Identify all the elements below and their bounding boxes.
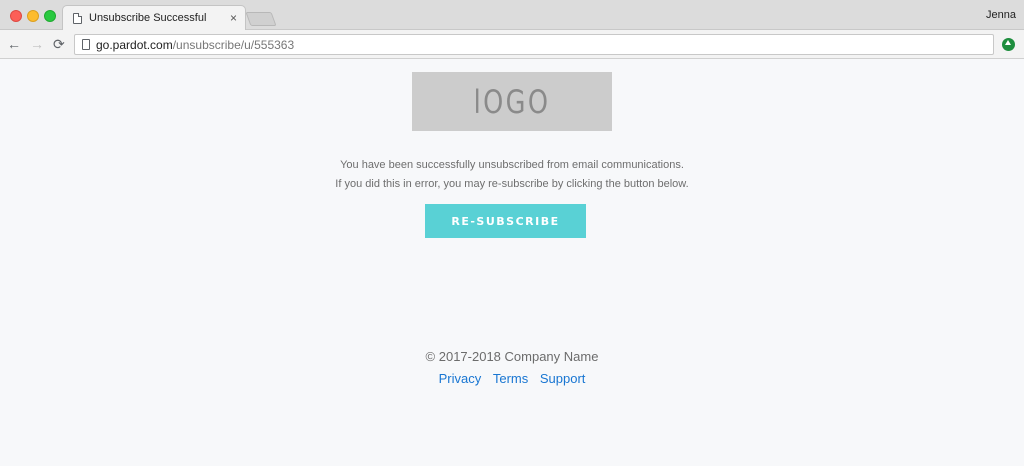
- support-link[interactable]: Support: [540, 371, 586, 386]
- reload-icon[interactable]: ⟳: [53, 36, 65, 52]
- resubscribe-hint: If you did this in error, you may re-sub…: [335, 178, 689, 190]
- new-tab-button[interactable]: [245, 12, 277, 26]
- company-logo: lOGO: [412, 72, 612, 131]
- url-host: go.pardot.com: [96, 38, 173, 52]
- url-path: /unsubscribe/u/555363: [172, 38, 295, 52]
- page-info-icon[interactable]: [82, 39, 90, 50]
- close-window-button[interactable]: [10, 10, 22, 22]
- back-arrow-icon[interactable]: ←: [7, 36, 21, 52]
- profile-name[interactable]: Jenna: [986, 9, 1016, 21]
- terms-link[interactable]: Terms: [493, 371, 528, 386]
- unsubscribe-message: You have been successfully unsubscribed …: [340, 159, 684, 171]
- address-bar[interactable]: go.pardot.com/unsubscribe/u/555363: [74, 34, 994, 55]
- resubscribe-button[interactable]: RE-SUBSCRIBE: [425, 204, 586, 238]
- url-text[interactable]: go.pardot.com/unsubscribe/u/555363: [96, 38, 294, 52]
- browser-tab[interactable]: Unsubscribe Successful ×: [62, 5, 246, 31]
- page-content: lOGO You have been successfully unsubscr…: [0, 60, 1024, 466]
- forward-arrow-icon[interactable]: →: [30, 36, 44, 52]
- minimize-window-button[interactable]: [27, 10, 39, 22]
- window-titlebar: Unsubscribe Successful × Jenna: [0, 0, 1024, 31]
- extension-update-icon[interactable]: [1002, 38, 1015, 51]
- page-icon: [73, 13, 82, 24]
- logo-text: lOGO: [473, 82, 551, 121]
- footer-links: Privacy Terms Support: [0, 371, 1024, 386]
- maximize-window-button[interactable]: [44, 10, 56, 22]
- tab-title: Unsubscribe Successful: [89, 12, 207, 24]
- copyright-text: © 2017-2018 Company Name: [425, 349, 599, 364]
- tab-close-icon[interactable]: ×: [230, 11, 237, 25]
- privacy-link[interactable]: Privacy: [439, 371, 482, 386]
- browser-toolbar: ← → ⟳ go.pardot.com/unsubscribe/u/555363: [0, 30, 1024, 59]
